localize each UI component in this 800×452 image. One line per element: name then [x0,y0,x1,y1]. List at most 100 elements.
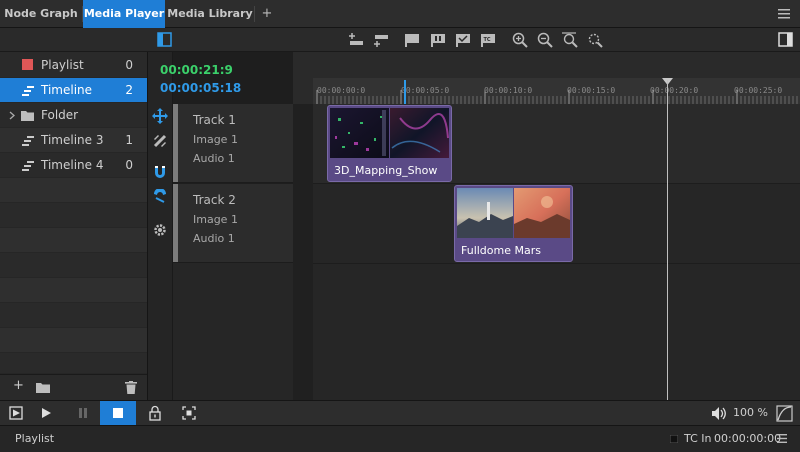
volume-icon[interactable] [703,401,729,426]
panel-footer: + [0,374,147,400]
tab-media-library[interactable]: Media Library [166,0,254,28]
sidebar-item-timeline-4[interactable]: Timeline 4 0 [0,153,147,178]
empty-row [0,178,147,203]
ruler-bar[interactable] [313,78,800,104]
empty-row [0,303,147,328]
track-color-stripe [173,104,178,182]
in-point-marker[interactable] [404,80,406,104]
trash-icon[interactable] [125,381,137,394]
panel-header [0,28,148,52]
time-ruler[interactable]: 00:00:00:0 00:00:05:0 00:00:10:0 00:00:1… [293,52,800,104]
track-color-stripe [173,184,178,262]
track-audio-layer[interactable]: Audio 1 [193,152,235,165]
sidebar-item-folder[interactable]: Folder [0,103,147,128]
clip-3d-mapping-show[interactable]: 3D_Mapping_Show [327,105,452,182]
move-tool-icon[interactable] [152,108,168,124]
tab-bar: Node Graph Media Player Media Library + [0,0,800,28]
empty-row [0,328,147,353]
sidebar-item-label: Timeline 4 [41,158,104,172]
transport-bar: 100 % [0,400,800,426]
magnet-ripple-icon[interactable] [152,189,168,205]
playhead-line[interactable] [667,80,668,400]
zoom-out-icon[interactable] [537,32,553,48]
sidebar-item-timeline[interactable]: Timeline 2 [0,78,147,103]
sidebar-item-label: Playlist [41,58,84,72]
magnet-snap-icon[interactable] [152,164,168,180]
timeline-icon [22,161,34,171]
zoom-fit-icon[interactable] [562,32,578,48]
track-image-layer[interactable]: Image 1 [193,133,238,146]
timecode-display: 00:00:21:9 00:00:05:18 [148,52,293,104]
timecode-marker-icon[interactable]: TC [480,32,496,48]
clip-thumbnail [330,108,449,158]
razor-tool-icon[interactable] [152,133,168,149]
sidebar-item-playlist[interactable]: Playlist 0 [0,53,147,78]
track-audio-layer[interactable]: Audio 1 [193,232,235,245]
tab-node-graph[interactable]: Node Graph [0,0,82,28]
play-from-start-button[interactable] [1,401,31,426]
clip-label: Fulldome Mars [461,244,541,257]
ruler-label: 00:00:05:0 [401,86,450,95]
track-header-2[interactable]: Track 2 Image 1 Audio 1 [173,184,293,263]
track-header-1[interactable]: Track 1 Image 1 Audio 1 [173,104,293,183]
zoom-in-icon[interactable] [512,32,528,48]
check-marker-icon[interactable] [455,32,471,48]
add-item-button[interactable]: + [13,378,24,393]
ruler-label: 00:00:25:0 [734,86,783,95]
stop-button[interactable] [100,401,136,426]
timeline-icon [22,136,34,146]
status-bar: Playlist TC In 00:00:00:00 [0,425,800,452]
sidebar-item-count: 2 [125,83,133,97]
sidebar-item-count: 1 [125,133,133,147]
fullscreen-button[interactable] [174,401,204,426]
zoom-selection-icon[interactable] [587,32,603,48]
marker-flag-icon[interactable] [404,32,420,48]
tab-media-player[interactable]: Media Player [83,0,165,28]
play-button[interactable] [31,401,61,426]
duration-timecode: 00:00:05:18 [160,81,242,95]
ruler-label: 00:00:10:0 [484,86,533,95]
empty-row [0,228,147,253]
pause-button[interactable] [68,401,98,426]
status-menu-icon[interactable] [777,434,787,443]
toggle-panel-icon[interactable] [157,32,173,48]
add-tab-button[interactable]: + [257,0,277,28]
track-image-layer[interactable]: Image 1 [193,213,238,226]
ruler-label: 00:00:15:0 [567,86,616,95]
track-header-empty-area [173,263,293,400]
sidebar-item-label: Timeline 3 [41,133,104,147]
sidebar-item-timeline-3[interactable]: Timeline 3 1 [0,128,147,153]
track-name: Track 2 [193,193,236,207]
timeline-toolbar: TC [148,28,800,52]
timeline-icon [22,86,34,96]
hamburger-menu-icon[interactable] [778,8,792,20]
playlist-panel: Playlist 0 Timeline 2 Folder Timeline 3 … [0,28,148,400]
add-track-below-icon[interactable] [372,32,388,48]
tool-column [148,52,173,400]
ruler-label: 00:00:20:0 [650,86,699,95]
tc-in-label: TC In [684,432,712,445]
sidebar-item-count: 0 [125,58,133,72]
ruler-label: 00:00:00:0 [317,86,366,95]
sidebar-item-label: Timeline [41,83,93,97]
tc-in-indicator-icon [670,435,678,443]
current-timecode: 00:00:21:9 [160,63,233,77]
gear-icon[interactable] [152,222,168,238]
new-folder-icon[interactable] [36,382,50,393]
empty-row [0,278,147,303]
volume-value[interactable]: 100 % [733,406,768,419]
chevron-right-icon[interactable] [9,111,15,120]
lock-button[interactable] [140,401,170,426]
empty-row [0,253,147,278]
empty-row [0,353,147,374]
curve-editor-icon[interactable] [770,401,800,426]
toggle-right-panel-icon[interactable] [778,32,794,48]
pause-marker-icon[interactable] [430,32,446,48]
timeline-gutter [293,104,313,400]
tc-in-value: 00:00:00:00 [714,432,782,445]
svg-text:TC: TC [484,37,491,43]
add-track-above-icon[interactable] [347,32,363,48]
timeline-area[interactable]: 3D_Mapping_Show Fulldome Mars [293,104,800,400]
clip-fulldome-mars[interactable]: Fulldome Mars [454,185,573,262]
playlist-icon [22,59,33,70]
